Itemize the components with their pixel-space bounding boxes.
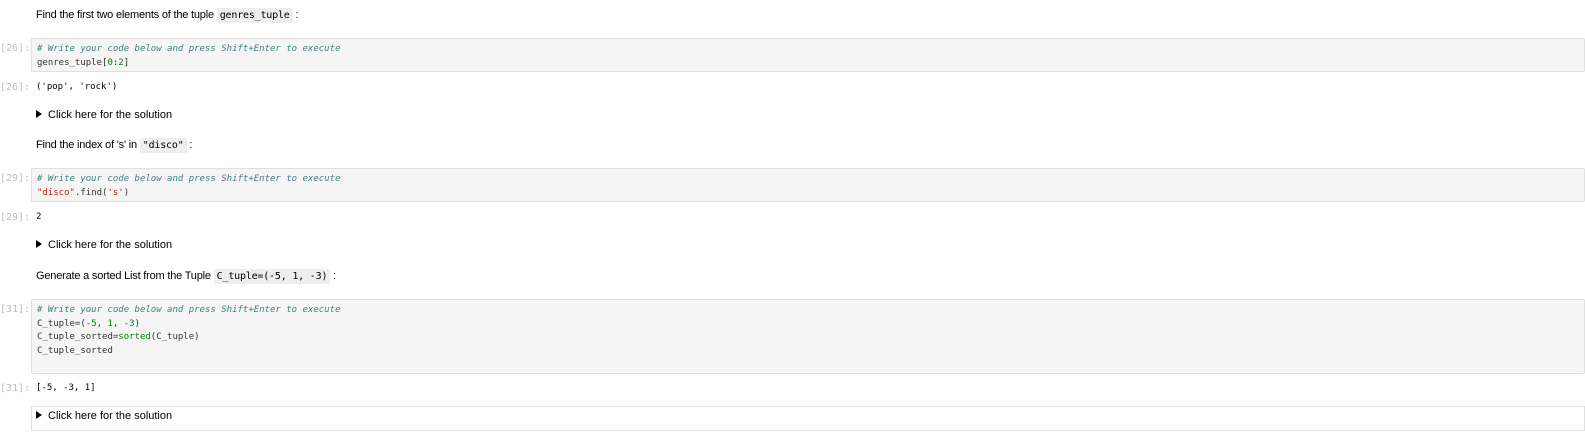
code-token: ] <box>123 57 130 68</box>
code-token: C_tuple_sorted <box>37 345 113 356</box>
markdown-prompt-2: Find the index of 's' in "disco" : <box>36 138 193 153</box>
solution-toggle-2[interactable]: Click here for the solution <box>36 239 172 251</box>
solution-label: Click here for the solution <box>48 109 173 121</box>
disclosure-triangle-icon <box>36 110 42 119</box>
code-string: "disco" <box>37 187 75 198</box>
inline-code: C_tuple=(-5, 1, -3) <box>213 269 331 284</box>
cell-output-1: ('pop', 'rock') <box>36 82 118 92</box>
prompt-text: Find the index of 's' in <box>36 139 137 151</box>
code-number: -3 <box>123 318 135 329</box>
prompt-suffix: : <box>333 270 336 282</box>
input-prompt-label: [31]: <box>0 304 31 315</box>
inline-code: genres_tuple <box>216 8 293 23</box>
solution-label: Click here for the solution <box>48 239 173 251</box>
code-token: .find( <box>74 187 108 198</box>
code-token: ) <box>123 187 130 198</box>
code-token: , <box>96 318 108 329</box>
code-comment: # Write your code below and press Shift+… <box>37 305 341 315</box>
code-token: ) <box>134 318 140 329</box>
prompt-text: Find the first two elements of the tuple <box>36 9 214 21</box>
markdown-prompt-3: Generate a sorted List from the Tuple C_… <box>36 269 336 284</box>
selected-markdown-cell[interactable] <box>31 406 1585 431</box>
code-comment: # Write your code below and press Shift+… <box>37 44 341 54</box>
output-prompt-label: [31]: <box>0 383 31 394</box>
output-prompt-label: [26]: <box>0 82 31 93</box>
code-comment: # Write your code below and press Shift+… <box>37 174 341 184</box>
disclosure-triangle-icon <box>36 240 42 249</box>
output-prompt-label: [29]: <box>0 212 31 223</box>
prompt-suffix: : <box>189 139 193 151</box>
solution-label: Click here for the solution <box>48 410 173 422</box>
cell-output-2: 2 <box>36 212 42 222</box>
code-token: , <box>112 318 124 329</box>
input-prompt-label: [29]: <box>0 173 31 184</box>
code-token: C_tuple=( <box>37 318 86 329</box>
solution-toggle-3[interactable]: Click here for the solution <box>36 410 172 422</box>
solution-toggle-1[interactable]: Click here for the solution <box>36 109 172 121</box>
code-number: -5 <box>85 318 97 329</box>
code-token: C_tuple_sorted= <box>37 332 119 342</box>
code-token: (C_tuple) <box>150 332 200 342</box>
input-prompt-label: [26]: <box>0 43 31 54</box>
prompt-suffix: : <box>295 9 299 21</box>
code-string: 's' <box>107 187 124 198</box>
code-token: genres_tuple[ <box>37 57 108 68</box>
code-builtin: sorted <box>118 332 151 342</box>
markdown-prompt-1: Find the first two elements of the tuple… <box>36 8 299 23</box>
prompt-text: Generate a sorted List from the Tuple <box>36 270 211 282</box>
code-cell-input-2[interactable]: # Write your code below and press Shift+… <box>31 168 1585 202</box>
code-cell-input-1[interactable]: # Write your code below and press Shift+… <box>31 38 1585 72</box>
cell-output-3: [-5, -3, 1] <box>36 383 96 393</box>
inline-code: "disco" <box>139 138 187 153</box>
disclosure-triangle-icon <box>36 411 42 420</box>
code-cell-input-3[interactable]: # Write your code below and press Shift+… <box>31 299 1585 374</box>
